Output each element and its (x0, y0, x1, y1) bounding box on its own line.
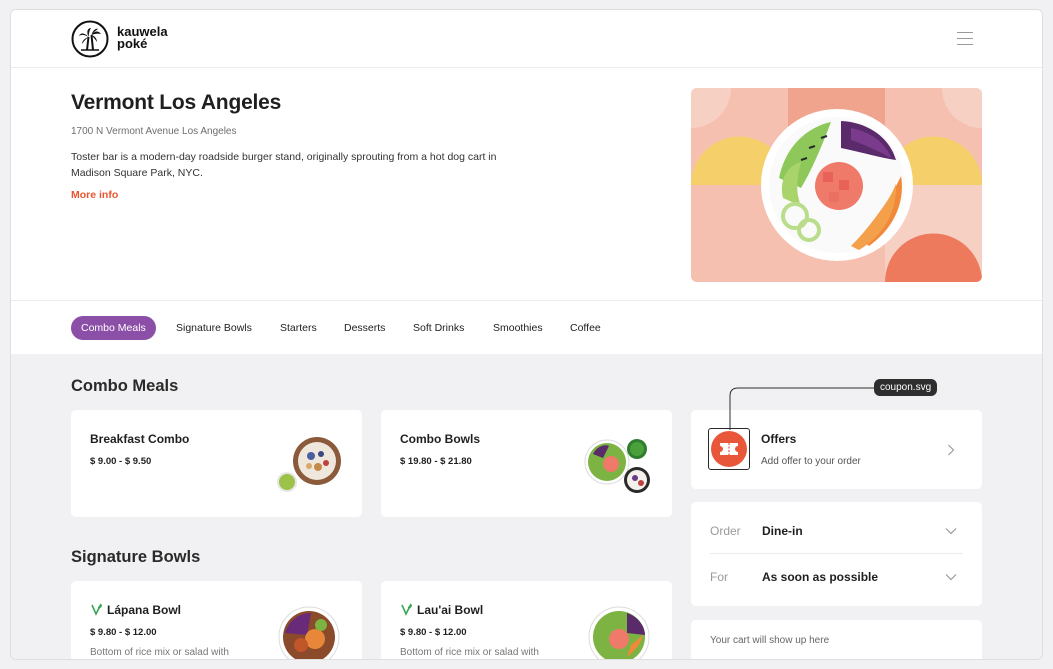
annotation-connector (729, 387, 876, 430)
order-value: Dine-in (762, 524, 803, 538)
item-price: $ 9.00 - $ 9.50 (90, 456, 152, 467)
menu-item-card[interactable]: Lau'ai Bowl $ 9.80 - $ 12.00 Bottom of r… (381, 581, 672, 659)
coupon-icon (711, 431, 747, 467)
for-value: As soon as possible (762, 570, 879, 584)
order-label: Order (710, 524, 741, 538)
item-price: $ 9.80 - $ 12.00 (90, 627, 157, 638)
item-name: Lápana Bowl (107, 603, 182, 617)
vegan-leaf-icon (91, 603, 102, 616)
cart-empty-message: Your cart will show up here (710, 635, 830, 646)
tab-smoothies[interactable]: Smoothies (493, 316, 543, 340)
store-address: 1700 N Vermont Avenue Los Angeles (71, 126, 237, 137)
category-tabs: Combo Meals Signature Bowls Starters Des… (11, 302, 1042, 354)
combo-bowls-image (584, 439, 650, 493)
hamburger-menu-icon[interactable] (957, 32, 973, 46)
brand-line-2: poké (117, 36, 148, 51)
top-header: kauwela poké (11, 10, 1042, 68)
item-description: Bottom of rice mix or salad with (90, 647, 229, 658)
tab-desserts[interactable]: Desserts (344, 316, 385, 340)
palm-tree-logo-icon[interactable] (71, 20, 109, 58)
section-title-signature: Signature Bowls (71, 548, 201, 566)
item-name: Combo Bowls (400, 432, 480, 446)
breakfast-bowl-image (277, 437, 341, 492)
item-description: Bottom of rice mix or salad with (400, 647, 539, 658)
brand-name: kauwela poké (117, 25, 168, 51)
menu-item-card[interactable]: Breakfast Combo $ 9.00 - $ 9.50 (71, 410, 362, 517)
poke-bowl-hero-image (691, 88, 982, 282)
store-description: Toster bar is a modern-day roadside burg… (71, 151, 497, 179)
tab-signature-bowls[interactable]: Signature Bowls (176, 316, 252, 340)
offers-subtitle: Add offer to your order (761, 456, 861, 467)
offers-title: Offers (761, 432, 797, 446)
tab-combo-meals[interactable]: Combo Meals (71, 316, 156, 340)
coupon-annotation-tag: coupon.svg (874, 379, 938, 396)
menu-item-card[interactable]: Lápana Bowl $ 9.80 - $ 12.00 Bottom of r… (71, 581, 362, 659)
more-info-link[interactable]: More info (71, 189, 118, 201)
menu-content: Combo Meals Breakfast Combo $ 9.00 - $ 9… (11, 354, 1042, 659)
item-price: $ 9.80 - $ 12.00 (400, 627, 467, 638)
menu-item-card[interactable]: Combo Bowls $ 19.80 - $ 21.80 (381, 410, 672, 517)
item-price: $ 19.80 - $ 21.80 (400, 456, 472, 467)
chevron-right-icon (948, 444, 955, 456)
lapana-bowl-image (278, 606, 340, 659)
store-hero: Vermont Los Angeles 1700 N Vermont Avenu… (11, 69, 1042, 301)
tab-soft-drinks[interactable]: Soft Drinks (413, 316, 464, 340)
item-name: Breakfast Combo (90, 432, 190, 446)
order-type-select[interactable]: Order Dine-in (691, 502, 982, 554)
item-name: Lau'ai Bowl (417, 603, 484, 617)
cart-card: Your cart will show up here (691, 620, 982, 659)
tab-starters[interactable]: Starters (280, 316, 317, 340)
tab-coffee[interactable]: Coffee (570, 316, 601, 340)
store-name: Vermont Los Angeles (71, 91, 282, 114)
order-time-select[interactable]: For As soon as possible (691, 554, 982, 606)
for-label: For (710, 570, 728, 584)
vegan-leaf-icon (401, 603, 412, 616)
section-title-combo: Combo Meals (71, 377, 179, 395)
lauai-bowl-image (588, 606, 650, 659)
order-options-card: Order Dine-in For As soon as possible (691, 502, 982, 606)
chevron-down-icon (945, 528, 957, 535)
app-window: kauwela poké Vermont Los Angeles 1700 N … (10, 9, 1043, 660)
coupon-highlight-box (708, 428, 750, 470)
chevron-down-icon (945, 574, 957, 581)
